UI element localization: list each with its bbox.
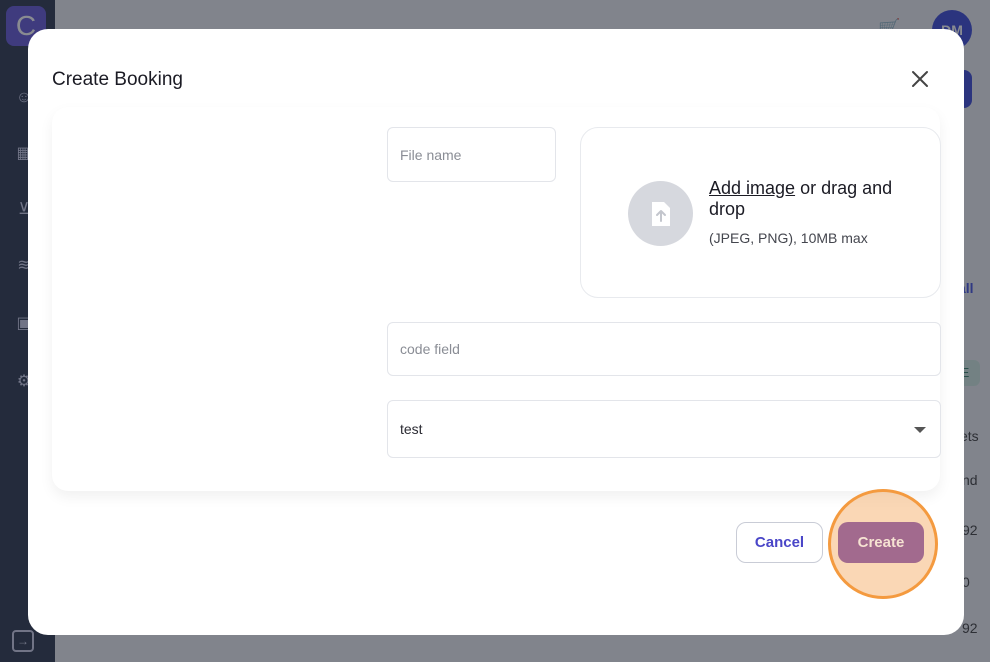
- upload-icon: [628, 181, 693, 246]
- dropzone-text: Add image or drag and drop: [709, 178, 909, 220]
- cancel-button[interactable]: Cancel: [736, 522, 823, 563]
- code-field-input[interactable]: code field: [387, 322, 941, 376]
- file-name-input[interactable]: File name: [387, 127, 556, 182]
- add-image-link[interactable]: Add image: [709, 178, 795, 198]
- close-icon[interactable]: [908, 67, 932, 91]
- select-value: test: [400, 421, 423, 437]
- create-button[interactable]: Create: [838, 522, 924, 563]
- dropzone-hint: (JPEG, PNG), 10MB max: [709, 230, 868, 246]
- image-dropzone[interactable]: Add image or drag and drop (JPEG, PNG), …: [580, 127, 941, 298]
- booking-select[interactable]: test: [387, 400, 941, 458]
- form-card: File name Add image or drag and drop (JP…: [52, 107, 941, 491]
- chevron-down-icon: [914, 427, 926, 433]
- create-booking-modal: Create Booking File name Add image or dr…: [28, 29, 964, 635]
- modal-title: Create Booking: [52, 69, 183, 90]
